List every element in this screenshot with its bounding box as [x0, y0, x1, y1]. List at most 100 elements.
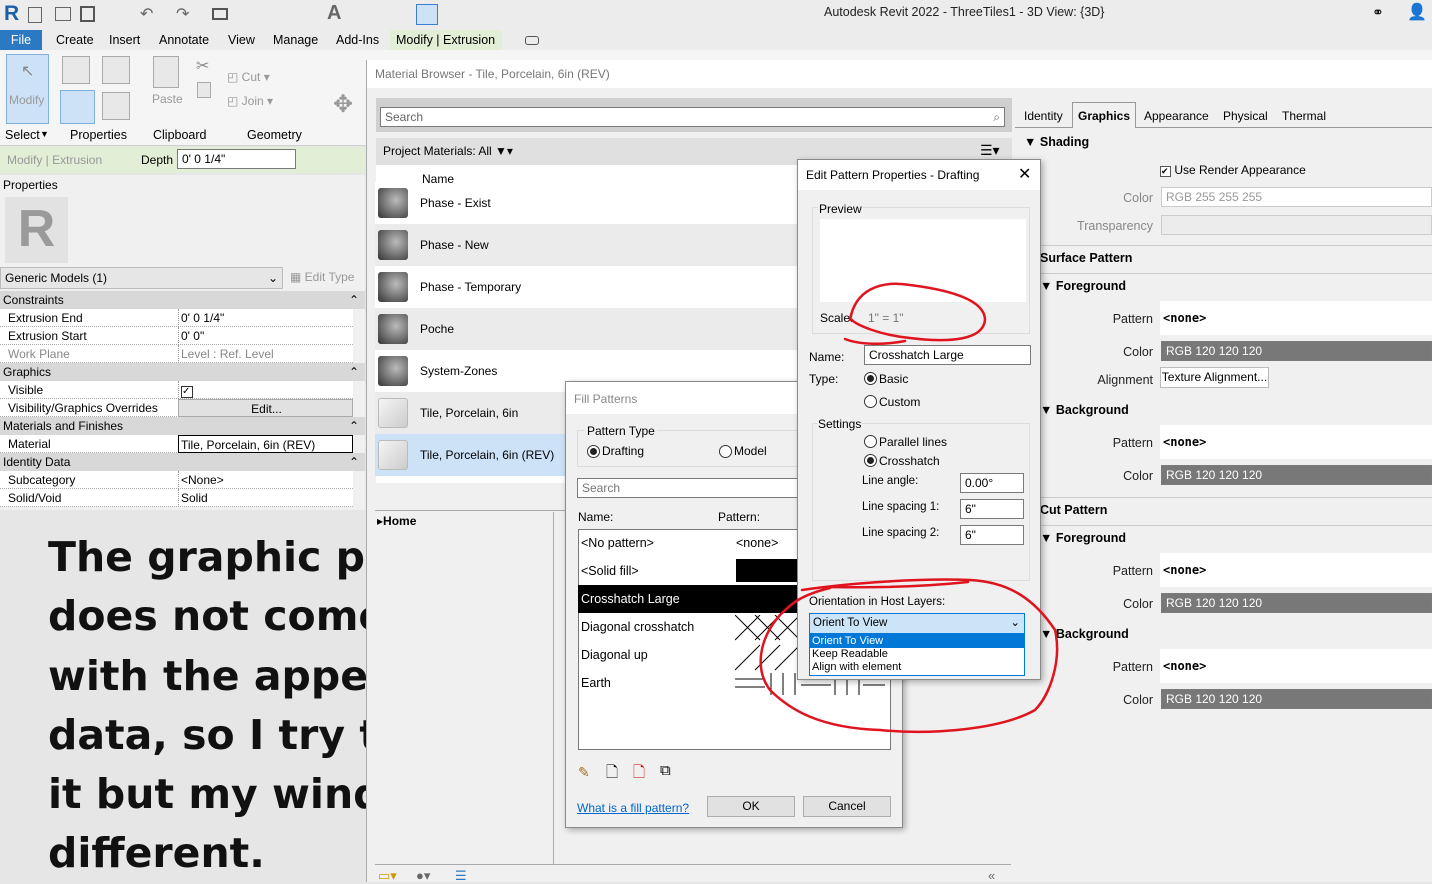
material-value[interactable]: Tile, Porcelain, 6in (REV) — [178, 435, 353, 453]
cut-clipboard-icon[interactable]: ✂ — [196, 56, 209, 76]
binoculars-icon[interactable]: ⚭ — [1372, 4, 1384, 21]
family-category-icon[interactable] — [102, 92, 130, 120]
edit-type-button[interactable]: ▦ Edit Type — [290, 270, 354, 284]
library-home[interactable]: ▸Home — [377, 514, 416, 528]
cut-fg-color-field[interactable]: RGB 120 120 120 — [1161, 593, 1432, 613]
depth-input[interactable]: 0' 0 1/4" — [177, 149, 296, 169]
name-column-header[interactable]: Name — [422, 172, 454, 186]
line-spacing-1-input[interactable]: 6" — [960, 499, 1024, 519]
ribbon-minimize-icon[interactable] — [525, 36, 539, 45]
pattern-row-selected[interactable]: Crosshatch Large — [578, 585, 798, 613]
paste-button[interactable]: Paste — [152, 92, 183, 106]
project-materials-filter[interactable]: Project Materials: All ▼▾ — [383, 144, 513, 158]
tab-annotate[interactable]: Annotate — [153, 30, 215, 50]
drafting-radio[interactable] — [587, 445, 600, 458]
modify-button[interactable]: ↖ Modify — [6, 54, 49, 124]
tab-insert[interactable]: Insert — [103, 30, 146, 50]
delete-pattern-icon[interactable]: 🗋 — [633, 762, 645, 787]
pattern-row[interactable]: <Solid fill> — [578, 557, 798, 585]
surface-bg-color-field[interactable]: RGB 120 120 120 — [1161, 465, 1432, 485]
edit-pattern-icon[interactable]: ✎ — [578, 764, 590, 781]
cut-background-section[interactable]: ▼ Background — [1040, 627, 1129, 641]
move-icon[interactable]: ✥ — [333, 90, 353, 119]
basic-radio[interactable] — [864, 372, 877, 385]
tab-appearance[interactable]: Appearance — [1144, 109, 1209, 123]
crosshatch-radio[interactable] — [864, 454, 877, 467]
new-pattern-icon[interactable]: 🗋 — [606, 762, 618, 787]
material-item[interactable]: Phase - New — [375, 224, 800, 266]
prop-value[interactable]: Solid — [178, 489, 353, 507]
view-options-icon[interactable]: ☰▾ — [980, 142, 1000, 159]
type-selector[interactable]: Generic Models (1) ⌄ — [0, 267, 283, 289]
tab-modify-extrusion[interactable]: Modify | Extrusion — [390, 30, 502, 50]
surface-bg-pattern-field[interactable]: <none> — [1160, 425, 1432, 459]
prop-value[interactable]: 0' 0" — [178, 327, 353, 345]
material-item[interactable]: Phase - Exist — [375, 182, 800, 224]
redo-icon[interactable]: ↷ — [176, 4, 189, 24]
tab-file[interactable]: File — [0, 30, 42, 50]
surface-fg-pattern-field[interactable]: <none> — [1160, 301, 1432, 335]
app-menu-icon[interactable] — [28, 7, 42, 23]
orientation-select[interactable]: Orient To View ⌄ — [809, 613, 1025, 634]
pattern-row[interactable]: <No pattern> <none> — [578, 529, 798, 557]
revit-logo[interactable]: R — [4, 2, 19, 26]
tab-create[interactable]: Create — [50, 30, 100, 50]
surface-fg-color-field[interactable]: RGB 120 120 120 — [1161, 341, 1432, 361]
option-keep-readable[interactable]: Keep Readable — [810, 648, 1024, 661]
open-icon[interactable] — [55, 7, 71, 21]
custom-radio[interactable] — [864, 395, 877, 408]
prop-row[interactable]: Subcategory <None> — [0, 471, 353, 489]
tab-physical[interactable]: Physical — [1223, 109, 1268, 123]
use-render-appearance-checkbox[interactable]: ✔ Use Render Appearance — [1160, 163, 1306, 177]
model-radio[interactable] — [719, 445, 732, 458]
prop-row[interactable]: Solid/Void Solid — [0, 489, 353, 507]
select-dropdown-icon[interactable]: ▼ — [40, 129, 49, 139]
cancel-button[interactable]: Cancel — [803, 796, 891, 817]
section-graphics[interactable]: Graphics ⌃ — [0, 363, 365, 381]
visible-checkbox[interactable]: ✓ — [178, 381, 353, 399]
texture-alignment-button[interactable]: Texture Alignment... — [1160, 367, 1269, 388]
ok-button[interactable]: OK — [707, 796, 795, 817]
prop-row[interactable]: Extrusion Start 0' 0" — [0, 327, 353, 345]
section-constraints[interactable]: Constraints ⌃ — [0, 291, 365, 309]
section-materials[interactable]: Materials and Finishes ⌃ — [0, 417, 365, 435]
copy-icon[interactable] — [197, 82, 211, 98]
surface-background-section[interactable]: ▼ Background — [1040, 403, 1129, 417]
tab-view[interactable]: View — [222, 30, 261, 50]
line-spacing-2-input[interactable]: 6" — [960, 525, 1024, 545]
print-icon[interactable] — [212, 8, 228, 20]
surface-pattern-section[interactable]: Surface Pattern — [1040, 251, 1132, 265]
parallel-lines-radio[interactable] — [864, 435, 877, 448]
material-item[interactable]: Poche — [375, 308, 800, 350]
prop-value[interactable]: 0' 0 1/4" — [178, 309, 353, 327]
cut-pattern-section[interactable]: Cut Pattern — [1040, 503, 1107, 517]
prop-value[interactable]: <None> — [178, 471, 353, 489]
material-item[interactable]: Phase - Temporary — [375, 266, 800, 308]
surface-foreground-section[interactable]: ▼ Foreground — [1040, 279, 1126, 293]
line-angle-input[interactable]: 0.00° — [960, 473, 1024, 493]
prop-row[interactable]: Extrusion End 0' 0 1/4" — [0, 309, 353, 327]
help-link[interactable]: What is a fill pattern? — [577, 801, 689, 815]
thin-lines-icon[interactable] — [416, 4, 438, 25]
prop-row[interactable]: Visibility/Graphics Overrides Edit... — [0, 399, 353, 417]
tab-add-ins[interactable]: Add-Ins — [330, 30, 385, 50]
close-icon[interactable]: ✕ — [1018, 164, 1031, 184]
properties-button[interactable] — [60, 90, 95, 124]
save-icon[interactable] — [80, 6, 95, 22]
collapse-panel-icon[interactable]: « — [988, 868, 995, 883]
shading-section[interactable]: ▼ Shading — [1024, 135, 1089, 149]
tab-thermal[interactable]: Thermal — [1282, 109, 1326, 123]
material-search-input[interactable]: Search ⌕ — [380, 107, 1005, 127]
prop-row[interactable]: Visible ✓ — [0, 381, 353, 399]
panel-select[interactable]: Select — [5, 128, 40, 142]
join-geometry-button[interactable]: ◰ Join ▾ — [227, 94, 273, 108]
section-identity[interactable]: Identity Data ⌃ — [0, 453, 365, 471]
cut-foreground-section[interactable]: ▼ Foreground — [1040, 531, 1126, 545]
undo-icon[interactable]: ↶ — [140, 4, 153, 24]
vg-edit-button[interactable]: Edit... — [178, 399, 353, 417]
user-icon[interactable]: 👤 — [1407, 2, 1427, 22]
type-props-icon[interactable] — [102, 56, 130, 84]
cut-bg-color-field[interactable]: RGB 120 120 120 — [1161, 689, 1432, 709]
cut-geometry-button[interactable]: ◰ Cut ▾ — [227, 70, 270, 84]
tab-manage[interactable]: Manage — [267, 30, 324, 50]
